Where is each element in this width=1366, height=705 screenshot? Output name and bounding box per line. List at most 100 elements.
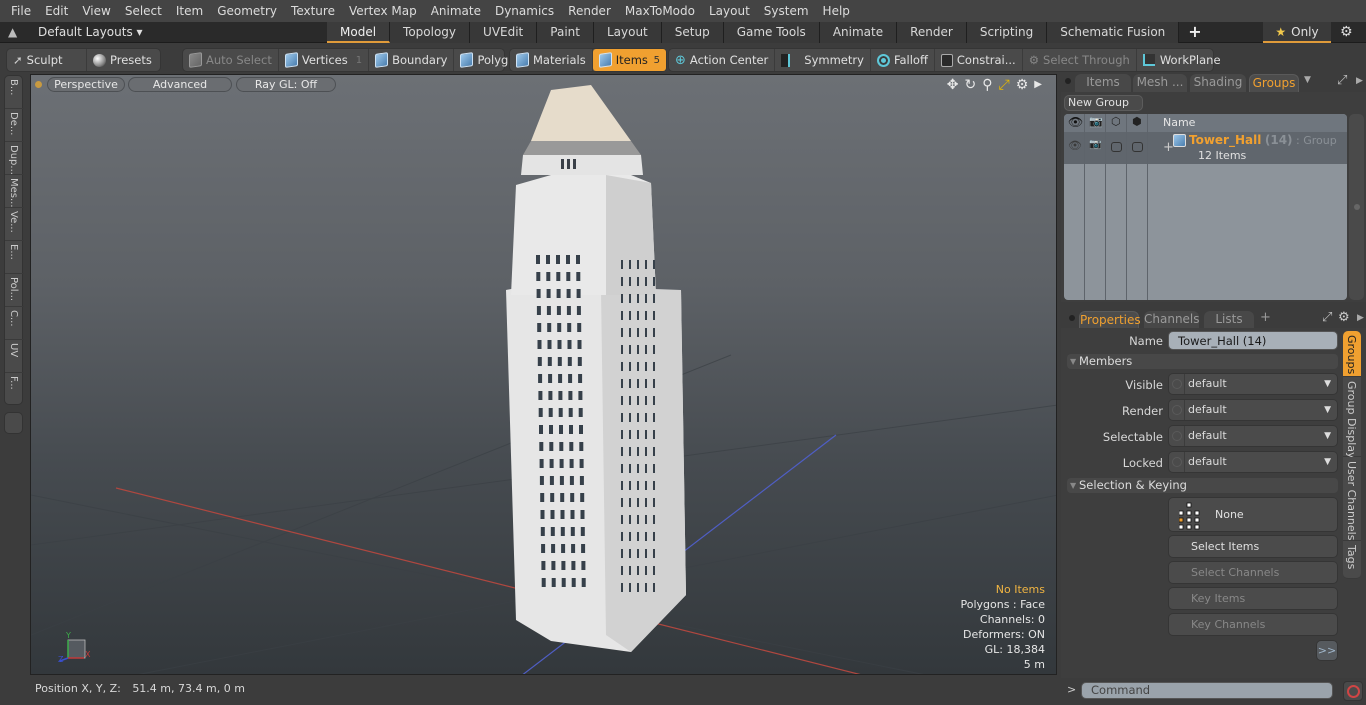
move-view-icon[interactable]: ✥: [947, 77, 959, 93]
menu-select[interactable]: Select: [118, 4, 169, 18]
presets-button[interactable]: Presets: [87, 49, 158, 71]
tab-schematic-fusion[interactable]: Schematic Fusion: [1047, 22, 1180, 43]
gear-icon[interactable]: ⚙: [1340, 24, 1353, 40]
tab-topology[interactable]: Topology: [390, 22, 471, 43]
zoom-view-icon[interactable]: ⚲: [982, 77, 992, 93]
items-button[interactable]: Items 5: [592, 49, 666, 71]
menu-animate[interactable]: Animate: [424, 4, 488, 18]
maximize-panel-icon[interactable]: ⤢: [1322, 310, 1332, 325]
visibility-column-icon[interactable]: 👁: [1068, 115, 1083, 129]
key-channels-button[interactable]: Key Channels: [1168, 613, 1338, 636]
members-section[interactable]: ▼ Members: [1067, 354, 1338, 369]
left-tab-uv[interactable]: UV: [5, 340, 24, 373]
collapse-arrow-icon[interactable]: ▲: [8, 25, 17, 39]
selectable-dropdown[interactable]: default ▼: [1168, 425, 1338, 447]
workplane-button[interactable]: WorkPlane: [1137, 49, 1227, 71]
tab-properties[interactable]: Properties: [1079, 311, 1141, 329]
side-tab-user-channels[interactable]: User Channels: [1343, 457, 1361, 541]
command-input[interactable]: Command: [1081, 682, 1333, 699]
name-column-header[interactable]: Name: [1163, 116, 1195, 129]
tab-setup[interactable]: Setup: [661, 22, 724, 43]
record-macro-button[interactable]: [1343, 681, 1363, 701]
groups-scrollbar[interactable]: [1349, 114, 1364, 300]
tab-shading[interactable]: Shading: [1190, 74, 1246, 92]
falloff-button[interactable]: Falloff: [871, 49, 935, 71]
menu-help[interactable]: Help: [816, 4, 857, 18]
action-center-button[interactable]: ⊕ Action Center: [669, 49, 776, 71]
new-group-button[interactable]: New Group: [1064, 95, 1143, 111]
selectable-anim-icon[interactable]: [1172, 431, 1182, 441]
default-layouts-dropdown[interactable]: Default Layouts ▾: [38, 25, 143, 39]
menu-item[interactable]: Item: [169, 4, 210, 18]
left-tab-polygon[interactable]: Pol...: [5, 274, 24, 307]
add-tab-button[interactable]: +: [1260, 310, 1271, 325]
select-items-button[interactable]: Select Items: [1168, 535, 1338, 558]
left-tab-fusion[interactable]: F...: [5, 373, 24, 406]
locked-anim-icon[interactable]: [1172, 457, 1182, 467]
select-column-icon[interactable]: ⬢: [1132, 115, 1142, 128]
select-channels-button[interactable]: Select Channels: [1168, 561, 1338, 584]
scroll-handle[interactable]: [1354, 204, 1360, 210]
raygl-button[interactable]: Ray GL: Off: [236, 77, 336, 92]
3d-viewport[interactable]: Perspective Advanced Ray GL: Off ✥ ↻ ⚲ ⤢…: [30, 74, 1057, 675]
left-tab-mesh-edit[interactable]: Mes...: [5, 175, 24, 208]
tab-groups[interactable]: Groups: [1249, 74, 1299, 92]
menu-maxtomodo[interactable]: MaxToModo: [618, 4, 702, 18]
tab-layout[interactable]: Layout: [593, 22, 662, 43]
left-tab-deform[interactable]: De...: [5, 109, 24, 142]
row-visibility-icon[interactable]: 👁: [1068, 139, 1082, 152]
menu-vertex-map[interactable]: Vertex Map: [342, 4, 424, 18]
tab-model[interactable]: Model: [327, 22, 391, 43]
menu-geometry[interactable]: Geometry: [210, 4, 284, 18]
render-anim-icon[interactable]: [1172, 405, 1182, 415]
tab-channels[interactable]: Channels: [1144, 311, 1200, 329]
left-tab-basic[interactable]: B...: [5, 76, 24, 109]
left-tab-duplicate[interactable]: Dup...: [5, 142, 24, 175]
maximize-view-icon[interactable]: ⤢: [999, 77, 1010, 93]
symmetry-button[interactable]: Symmetry: [775, 49, 871, 71]
row-select-toggle[interactable]: [1132, 142, 1143, 152]
tab-lists[interactable]: Lists: [1204, 311, 1254, 329]
constraints-button[interactable]: Constrai...: [935, 49, 1023, 71]
lock-column-icon[interactable]: ⬡: [1111, 115, 1121, 128]
menu-render[interactable]: Render: [561, 4, 618, 18]
tabs-dropdown-icon[interactable]: ▼: [1304, 75, 1311, 85]
tab-game-tools[interactable]: Game Tools: [723, 22, 820, 43]
tab-animate[interactable]: Animate: [819, 22, 898, 43]
select-through-button[interactable]: ⚙ Select Through: [1023, 49, 1137, 71]
none-button[interactable]: None: [1168, 497, 1338, 532]
left-tab-edge[interactable]: E...: [5, 241, 24, 274]
side-tab-tags[interactable]: Tags: [1343, 541, 1361, 579]
visible-anim-icon[interactable]: [1172, 379, 1182, 389]
tab-scripting[interactable]: Scripting: [966, 22, 1048, 43]
only-button[interactable]: ★ Only: [1263, 22, 1331, 43]
rotate-view-icon[interactable]: ↻: [965, 77, 977, 93]
menu-layout[interactable]: Layout: [702, 4, 757, 18]
expand-arrow-icon[interactable]: ▶: [1034, 77, 1042, 93]
shading-mode-button[interactable]: Advanced: [128, 77, 232, 92]
viewport-settings-icon[interactable]: ⚙: [1016, 77, 1029, 93]
row-render-icon[interactable]: 📷: [1089, 139, 1101, 150]
locked-dropdown[interactable]: default ▼: [1168, 451, 1338, 473]
tab-items[interactable]: Items: [1075, 74, 1131, 92]
left-tab-curve[interactable]: C...: [5, 307, 24, 340]
tab-render[interactable]: Render: [897, 22, 967, 43]
boundary-button[interactable]: Boundary: [369, 49, 455, 71]
side-tab-group-display[interactable]: Group Display: [1343, 377, 1361, 459]
materials-button[interactable]: Materials: [510, 49, 593, 71]
vertices-button[interactable]: Vertices 1: [279, 49, 370, 71]
key-items-button[interactable]: Key Items: [1168, 587, 1338, 610]
tab-mesh[interactable]: Mesh ...: [1133, 74, 1187, 92]
settings-gear-icon[interactable]: ⚙: [1338, 310, 1350, 325]
view-mode-button[interactable]: Perspective: [47, 77, 125, 92]
add-tab-button[interactable]: +: [1179, 22, 1210, 43]
render-column-icon[interactable]: 📷: [1089, 115, 1103, 128]
menu-edit[interactable]: Edit: [38, 4, 75, 18]
name-field[interactable]: Tower_Hall (14): [1168, 331, 1338, 350]
menu-dynamics[interactable]: Dynamics: [488, 4, 561, 18]
selection-keying-section[interactable]: ▼ Selection & Keying: [1067, 478, 1338, 493]
menu-view[interactable]: View: [75, 4, 117, 18]
menu-texture[interactable]: Texture: [284, 4, 342, 18]
left-tab-vertex[interactable]: Ve...: [5, 208, 24, 241]
sculpt-button[interactable]: ➚ Sculpt: [7, 49, 87, 71]
